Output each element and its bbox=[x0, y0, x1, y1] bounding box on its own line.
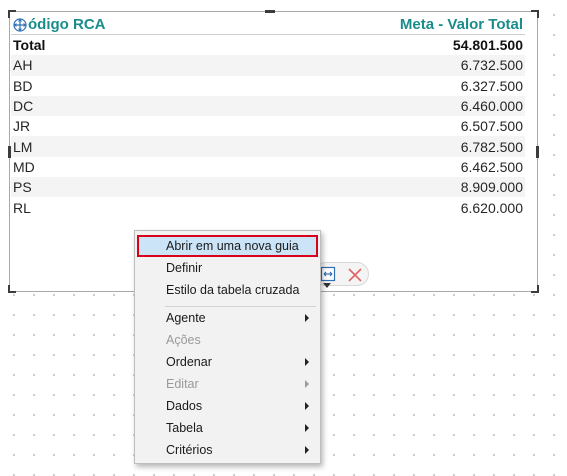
submenu-arrow-icon bbox=[305, 358, 309, 366]
row-label: JR bbox=[13, 118, 31, 135]
resize-handle-top[interactable] bbox=[265, 10, 275, 13]
row-label: AH bbox=[13, 57, 33, 74]
row-value: 6.782.500 bbox=[460, 138, 523, 155]
row-value: 6.507.500 bbox=[460, 118, 523, 135]
menu-item-data[interactable]: Dados bbox=[137, 395, 318, 417]
submenu-arrow-icon bbox=[305, 446, 309, 454]
table-row: MD 6.462.500 bbox=[11, 157, 525, 177]
row-value: 6.460.000 bbox=[460, 98, 523, 115]
floating-mini-toolbar bbox=[314, 262, 369, 288]
menu-item-open-new-tab[interactable]: Abrir em uma nova guia bbox=[137, 235, 318, 257]
menu-item-label: Ordenar bbox=[166, 355, 212, 369]
menu-item-define[interactable]: Definir bbox=[137, 257, 318, 279]
resize-handle-top-right[interactable] bbox=[531, 10, 539, 18]
menu-item-label: Definir bbox=[166, 261, 203, 275]
menu-item-label: Critérios bbox=[166, 443, 213, 457]
close-icon[interactable] bbox=[347, 267, 363, 283]
row-value: 6.462.500 bbox=[460, 158, 523, 175]
table-row: PS 8.909.000 bbox=[11, 177, 525, 198]
menu-item-sort[interactable]: Ordenar bbox=[137, 351, 318, 373]
table-header-row: ódigo RCA Meta - Valor Total bbox=[11, 15, 525, 35]
menu-item-actions: Ações bbox=[137, 329, 318, 351]
row-value: 54.801.500 bbox=[452, 37, 523, 54]
row-value: 6.327.500 bbox=[460, 77, 523, 94]
menu-item-agent[interactable]: Agente bbox=[137, 307, 318, 329]
table-row: JR 6.507.500 bbox=[11, 116, 525, 136]
table-row: RL 6.620.000 bbox=[11, 197, 525, 217]
row-label: DC bbox=[13, 98, 34, 115]
menu-item-label: Agente bbox=[166, 311, 206, 325]
table-row: BD 6.327.500 bbox=[11, 76, 525, 96]
menu-item-label: Editar bbox=[166, 377, 199, 391]
menu-item-label: Abrir em uma nova guia bbox=[166, 239, 299, 253]
crosstab-table: ódigo RCA Meta - Valor Total Total 54.80… bbox=[11, 15, 525, 218]
column-header-codigo-rca[interactable]: ódigo RCA bbox=[28, 16, 105, 33]
row-label: BD bbox=[13, 77, 33, 94]
row-value: 6.620.000 bbox=[460, 199, 523, 216]
expand-icon[interactable] bbox=[320, 266, 336, 282]
submenu-arrow-icon bbox=[305, 424, 309, 432]
total-row: Total 54.801.500 bbox=[11, 35, 525, 55]
menu-item-edit: Editar bbox=[137, 373, 318, 395]
menu-item-criteria[interactable]: Critérios bbox=[137, 439, 318, 461]
menu-item-crosstab-style[interactable]: Estilo da tabela cruzada bbox=[137, 279, 318, 301]
menu-item-table[interactable]: Tabela bbox=[137, 417, 318, 439]
menu-item-label: Estilo da tabela cruzada bbox=[166, 283, 300, 297]
submenu-arrow-icon bbox=[305, 380, 309, 388]
submenu-arrow-icon bbox=[305, 402, 309, 410]
move-icon[interactable] bbox=[13, 17, 27, 32]
table-row: AH 6.732.500 bbox=[11, 55, 525, 76]
resize-handle-right[interactable] bbox=[536, 146, 539, 158]
row-label: LM bbox=[13, 138, 33, 155]
submenu-arrow-icon bbox=[305, 314, 309, 322]
row-label: PS bbox=[13, 179, 32, 196]
dropdown-caret-icon[interactable] bbox=[323, 283, 331, 288]
row-label: Total bbox=[13, 37, 46, 54]
context-menu: Abrir em uma nova guia Definir Estilo da… bbox=[134, 230, 321, 464]
row-value: 6.732.500 bbox=[460, 57, 523, 74]
column-header-meta-valor-total[interactable]: Meta - Valor Total bbox=[400, 16, 523, 33]
resize-handle-bottom-right[interactable] bbox=[531, 285, 539, 293]
menu-item-label: Dados bbox=[166, 399, 203, 413]
row-label: MD bbox=[13, 158, 35, 175]
table-row: LM 6.782.500 bbox=[11, 136, 525, 157]
table-row: DC 6.460.000 bbox=[11, 95, 525, 117]
menu-item-label: Tabela bbox=[166, 421, 203, 435]
row-value: 8.909.000 bbox=[460, 179, 523, 196]
menu-item-label: Ações bbox=[166, 333, 201, 347]
resize-handle-bottom-left[interactable] bbox=[8, 285, 16, 293]
row-label: RL bbox=[13, 199, 31, 216]
